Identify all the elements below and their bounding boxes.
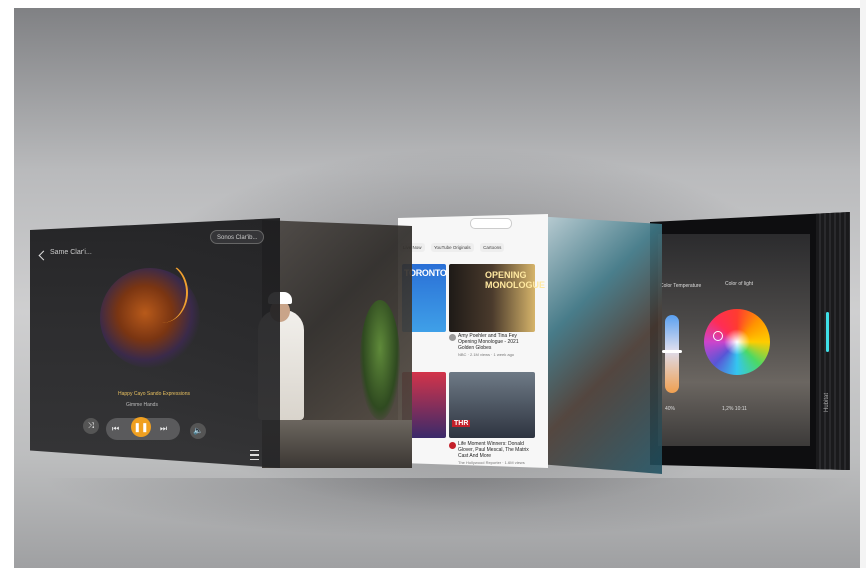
tab-category[interactable]: Cartoons (480, 243, 505, 252)
status-light (826, 312, 829, 352)
thumbnail-text: OPENING MONOLOGUE (485, 270, 545, 290)
plant (360, 300, 400, 420)
channel-avatar[interactable] (449, 334, 456, 341)
channel-badge: THR (452, 420, 471, 427)
floor-reflection (40, 478, 860, 538)
top-border (0, 0, 866, 8)
pause-icon[interactable]: ❚❚ (131, 417, 151, 437)
video-title[interactable]: Amy Poehler and Tina Fey Opening Monolog… (458, 333, 536, 351)
track-title: Happy Cayo Sando Expressions (118, 391, 190, 397)
shuffle-icon[interactable]: ⤨ (83, 418, 99, 434)
brand-label: Hubitat (824, 392, 830, 412)
video-thumbnail[interactable] (449, 372, 535, 438)
tab-category[interactable]: YouTube Originals (430, 243, 474, 252)
color-picker-handle[interactable] (713, 331, 723, 341)
kitchen-counter (262, 420, 412, 468)
channel-avatar[interactable] (449, 442, 456, 449)
category-tabs: Live Now YouTube Originals Cartoons (400, 236, 545, 252)
slider-thumb[interactable] (662, 350, 682, 353)
color-label: Color of light (725, 281, 754, 287)
back-label[interactable]: Same Clar'i... (50, 249, 92, 256)
next-icon[interactable]: ⏭ (160, 424, 167, 434)
left-border (0, 0, 14, 568)
color-value: 1,2% 10:11 (722, 406, 747, 412)
progress-ring[interactable] (136, 262, 188, 323)
previous-icon[interactable]: ⏮ (112, 424, 119, 434)
video-meta: NBC · 2.1M views · 1 week ago (458, 352, 515, 357)
queue-list-icon[interactable] (250, 450, 259, 460)
temperature-value: 40% (665, 406, 676, 412)
ocean-photo-panel (534, 216, 662, 474)
video-meta: The Hollywood Reporter · 1.6M views (458, 460, 525, 465)
source-selector[interactable]: Sonos Clar'ib... (210, 230, 264, 244)
color-temperature-slider[interactable] (665, 315, 679, 393)
volume-icon[interactable]: 🔈 (190, 423, 206, 439)
color-wheel-center (724, 329, 750, 355)
search-input[interactable] (470, 218, 512, 229)
temperature-label: Color Temperature (660, 283, 702, 289)
video-title[interactable]: Life Moment Winners: Donald Glover, Paul… (458, 441, 536, 459)
device-side-ribs (816, 212, 850, 470)
track-artist: Gimme Hands (126, 402, 158, 408)
right-border (860, 0, 866, 568)
